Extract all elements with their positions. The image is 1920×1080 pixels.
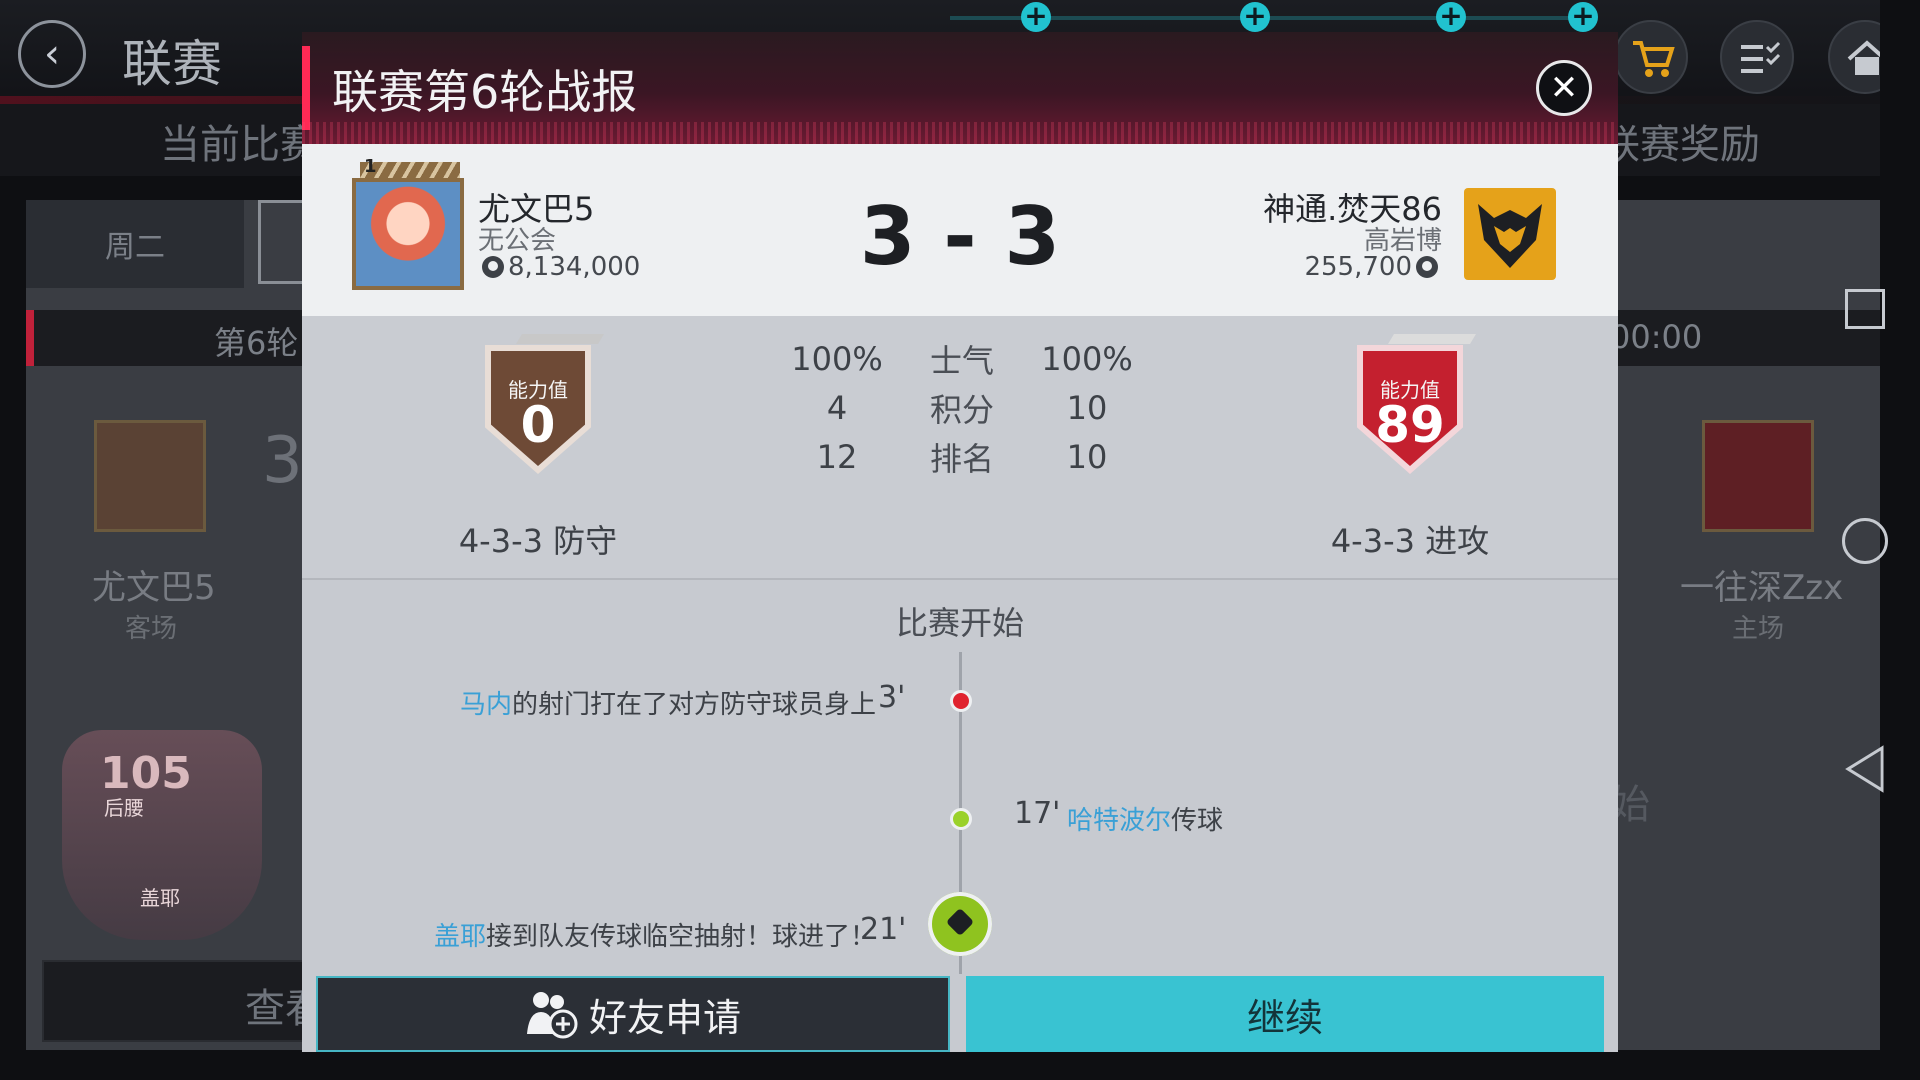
dialog-title: 联赛第6轮战报 [332,65,638,119]
home-rank: 1 [364,156,377,177]
shot-marker-icon [950,690,972,712]
right-team-name: 一往深Zzx [1680,568,1844,608]
continue-label: 继续 [1246,995,1323,1040]
home-rating-badge: 能力值 0 [468,332,608,482]
tab-league-rewards[interactable]: 联赛奖励 [1600,112,1760,170]
stat-label: 士气 [929,341,994,380]
add-currency-button[interactable]: + [1240,2,1270,32]
chevron-left-icon: ‹ [44,31,60,77]
player-name: 盖耶 [140,886,180,910]
away-coins: 255,700 [1304,252,1442,282]
dialog-footer: 好友申请 继续 [302,974,1618,1052]
away-rating-badge: 能力值 89 [1340,332,1480,482]
coin-icon [1416,256,1438,278]
add-currency-button[interactable]: + [1021,2,1051,32]
match-timeline[interactable]: 比赛开始 马内的射门打在了对方防守球员身上 3' 17' 哈特波尔传球 盖耶接到… [302,580,1618,982]
tasks-button[interactable] [1720,20,1794,94]
wolf-crest-icon [1478,204,1542,268]
left-score: 3 [262,424,303,498]
event-minute: 21' [860,912,907,947]
stat-row: 100% 士气 100% [772,334,1152,383]
stat-row: 12 排名 10 [772,432,1152,481]
day-tab[interactable]: 周二 [26,200,244,288]
pass-marker-icon [950,808,972,830]
system-home-button[interactable] [1842,518,1888,564]
timeline-event: 马内的射门打在了对方防守球员身上 [460,684,876,721]
round-time: 00:00 [1610,318,1703,356]
dialog-header: 联赛第6轮战报 ✕ [302,32,1618,144]
recent-apps-button[interactable] [1845,289,1885,329]
match-report-dialog: 联赛第6轮战报 ✕ 1 尤文巴5 无公会 8,134,000 3 - 3 神通.… [302,32,1618,1052]
checklist-icon [1741,41,1781,73]
add-currency-button[interactable]: + [1436,2,1466,32]
left-team-avatar [94,420,206,532]
event-player-link[interactable]: 马内 [460,690,512,720]
friend-request-button[interactable]: 好友申请 [316,976,950,1052]
left-team-name: 尤文巴5 [92,568,216,608]
right-team-side: 主场 [1732,614,1785,644]
match-stats: 能力值 0 4-3-3 防守 100% 士气 100% 4 积分 10 12 排… [302,316,1618,580]
away-team-crest[interactable] [1464,188,1556,280]
event-text: 传球 [1171,806,1224,836]
timeline-event: 盖耶接到队友传球临空抽射！球进了！ [434,916,876,953]
match-summary: 1 尤文巴5 无公会 8,134,000 3 - 3 神通.焚天86 高岩博 2… [302,144,1618,316]
back-button[interactable]: ‹ [18,20,86,88]
friend-request-label: 好友申请 [588,995,741,1040]
event-minute: 17' [1014,796,1061,831]
tab-current-match[interactable]: 当前比赛 [160,112,320,170]
timeline-event: 哈特波尔传球 [1067,800,1223,837]
cart-icon [1633,41,1675,77]
round-label: 第6轮 [214,324,299,362]
close-button[interactable]: ✕ [1536,60,1592,116]
add-friend-icon [526,992,578,1039]
away-coins-value: 255,700 [1304,252,1412,282]
stat-away-value: 10 [1066,388,1108,427]
stat-label: 排名 [929,439,994,478]
page-title: 联赛 [122,35,222,93]
event-minute: 3' [878,680,906,715]
home-rank-ribbon: 1 [360,156,460,178]
shop-button[interactable] [1614,20,1688,94]
stats-table: 100% 士气 100% 4 积分 10 12 排名 10 [772,334,1152,481]
stat-row: 4 积分 10 [772,383,1152,432]
away-formation: 4-3-3 进攻 [1330,522,1490,560]
event-player-link[interactable]: 盖耶 [434,922,486,952]
stat-home-value: 4 [826,388,848,427]
stat-label: 积分 [929,390,994,429]
stat-away-value: 100% [1041,339,1133,378]
stat-home-value: 12 [816,437,858,476]
away-rating-value: 89 [1375,396,1445,454]
add-currency-button[interactable]: + [1568,2,1598,32]
left-team-side: 客场 [125,614,178,644]
player-position: 后腰 [104,796,144,820]
stat-home-value: 100% [791,339,883,378]
close-icon: ✕ [1549,68,1579,108]
home-rating-value: 0 [520,396,556,454]
header-accent [302,46,310,130]
stat-away-value: 10 [1066,437,1108,476]
event-text: 的射门打在了对方防守球员身上 [511,690,876,720]
timeline-title: 比赛开始 [895,604,1024,642]
continue-button[interactable]: 继续 [966,976,1604,1052]
event-text: 接到队友传球临空抽射！球进了！ [485,922,876,952]
home-formation: 4-3-3 防守 [458,522,618,560]
right-team-crest [1702,420,1814,532]
goal-ball-icon [928,892,992,956]
event-player-link[interactable]: 哈特波尔 [1067,806,1171,836]
system-back-button[interactable] [1842,744,1888,794]
